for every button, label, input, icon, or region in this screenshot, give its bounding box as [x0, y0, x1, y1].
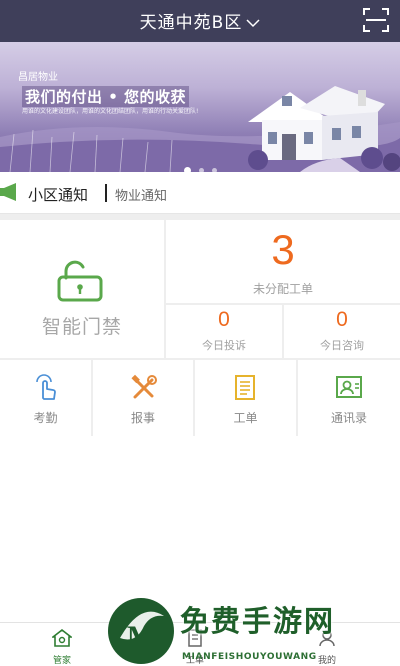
document-icon	[232, 374, 258, 406]
work-order-label: 工单	[233, 411, 258, 425]
attendance-button[interactable]: 考勤	[0, 360, 91, 436]
watermark-title: 免费手游网	[180, 604, 336, 638]
consults-count: 0	[336, 308, 348, 331]
tools-icon	[130, 374, 158, 406]
banner-subtitle: 用谁的文化建设团队，用谁的文化团结团队，用谁的行动关爱团队!	[22, 108, 199, 115]
contacts-button[interactable]: 通讯录	[298, 360, 400, 436]
unassigned-orders-card[interactable]: 3 未分配工单	[166, 220, 400, 303]
banner-slogan: 我们的付出 • 您的收获	[22, 86, 190, 107]
top-bar: 天通中苑B区	[0, 0, 400, 42]
contacts-icon	[335, 374, 363, 404]
tab-divider	[105, 184, 107, 202]
today-consults-card[interactable]: 0 今日咨询	[284, 305, 400, 358]
nav-butler-label: 管家	[52, 656, 71, 666]
work-order-button[interactable]: 工单	[195, 360, 296, 436]
chevron-down-icon	[246, 13, 260, 33]
banner-brand: 昌居物业	[18, 72, 58, 83]
home-icon	[12, 628, 112, 651]
community-selector[interactable]: 天通中苑B区	[0, 8, 400, 33]
unlock-icon	[56, 260, 104, 306]
watermark-logo: M	[106, 596, 176, 666]
carousel-indicators	[0, 158, 400, 172]
report-issue-label: 报事	[130, 411, 155, 425]
megaphone-icon	[0, 182, 22, 206]
nav-butler[interactable]: 管家	[12, 625, 112, 666]
scan-icon[interactable]	[362, 6, 390, 34]
contacts-label: 通讯录	[330, 411, 367, 425]
notice-bar: 小区通知 物业通知	[0, 172, 400, 214]
tab-community-notice[interactable]: 小区通知	[28, 184, 88, 205]
report-issue-button[interactable]: 报事	[93, 360, 193, 436]
watermark-subtitle: MIANFEISHOUYOUWANG	[182, 652, 317, 662]
house	[248, 86, 385, 160]
unassigned-label: 未分配工单	[252, 282, 313, 296]
smart-door-label: 智能门禁	[41, 316, 122, 338]
consults-label: 今日咨询	[320, 339, 364, 352]
banner-carousel[interactable]: 昌居物业 我们的付出 • 您的收获 用谁的文化建设团队，用谁的文化团结团队，用谁…	[0, 42, 400, 172]
app-screen: 天通中苑B区 昌居物业 我们的付出 • 您的收获 用谁的文化建设团队，用谁的文化…	[0, 0, 400, 666]
svg-text:M: M	[127, 620, 155, 653]
today-complaints-card[interactable]: 0 今日投诉	[166, 305, 282, 358]
smart-door-card[interactable]: 智能门禁	[0, 220, 164, 358]
community-name: 天通中苑B区	[139, 13, 243, 33]
unassigned-count: 3	[271, 226, 295, 273]
tab-property-notice[interactable]: 物业通知	[115, 185, 167, 204]
complaints-count: 0	[218, 308, 230, 331]
attendance-label: 考勤	[33, 411, 58, 425]
tap-hand-icon	[33, 374, 59, 406]
complaints-label: 今日投诉	[202, 339, 246, 352]
